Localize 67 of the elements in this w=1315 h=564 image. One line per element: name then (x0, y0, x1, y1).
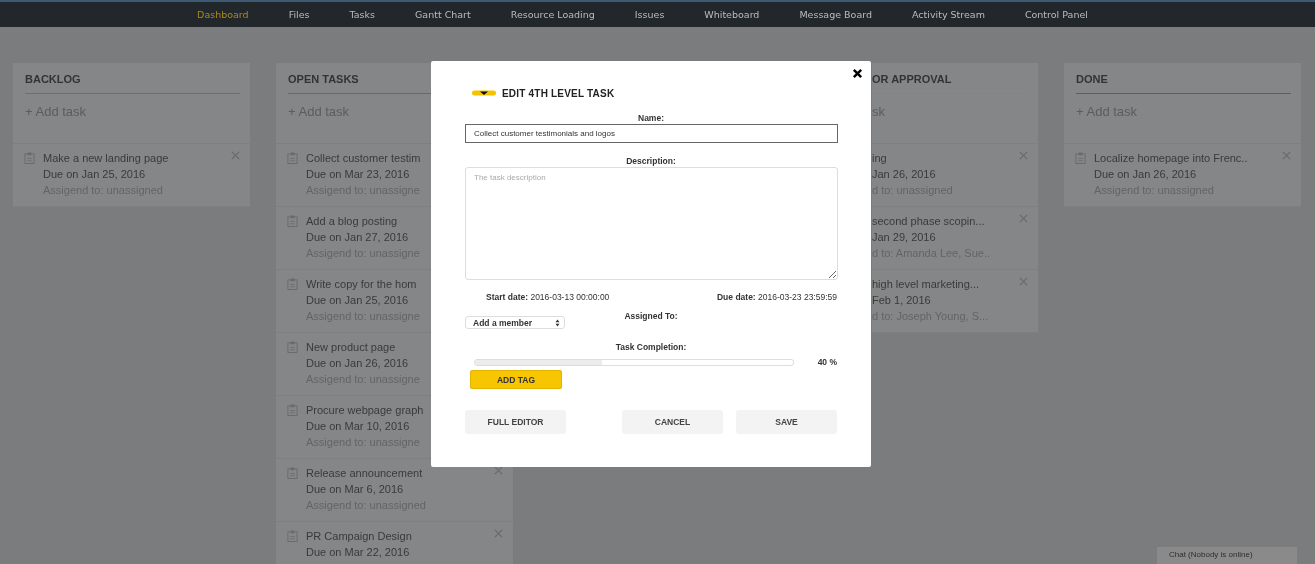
task-due-date: Due on Jan 26, 2016 (306, 356, 410, 371)
task-card[interactable]: PR Campaign Design Due on Mar 22, 2016 (276, 522, 513, 564)
task-title: high level marketing... (872, 277, 980, 292)
name-field[interactable]: Collect customer testimonials and logos (465, 124, 838, 143)
nav-link[interactable]: Dashboard (177, 9, 269, 20)
start-date: Start date: 2016-03-13 00:00:00 (486, 292, 610, 302)
due-date: Due date: 2016-03-23 23:59:59 (716, 292, 837, 302)
task-due-date: Due on Mar 23, 2016 (306, 167, 411, 182)
close-icon[interactable] (852, 68, 863, 79)
task-title: Collect customer testim (306, 151, 421, 166)
dialog-button[interactable]: CANCEL (622, 410, 723, 434)
nav-link[interactable]: Tasks (329, 9, 395, 20)
field-label: Name: (637, 113, 665, 124)
task-title: Procure webpage graph (306, 403, 424, 418)
nav-link[interactable]: Issues (614, 9, 685, 20)
task-due-date: Feb 1, 2016 (872, 293, 932, 308)
task-due-date: Due on Jan 25, 2016 (306, 293, 410, 308)
task-title: Localize homepage into Frenc.. (1094, 151, 1248, 166)
clipboard-icon (1075, 152, 1086, 164)
sort-arrows-icon (555, 318, 560, 327)
task-due-date: Due on Mar 22, 2016 (306, 545, 411, 560)
clipboard-icon (287, 530, 298, 542)
nav-link[interactable]: Gantt Chart (394, 9, 491, 20)
task-due-date: Due on Jan 27, 2016 (306, 230, 410, 245)
clipboard-icon (287, 278, 298, 290)
nav-link[interactable]: Activity Stream (892, 9, 1005, 20)
field-label: Task Completion: (614, 342, 688, 353)
column-title: BACKLOG (25, 72, 82, 87)
task-due-date: Jan 29, 2016 (872, 230, 937, 245)
clipboard-icon (287, 467, 298, 479)
task-title: PR Campaign Design (306, 529, 412, 544)
clipboard-icon (24, 152, 35, 164)
column-title: DONE (1076, 72, 1109, 87)
caret-icon (472, 90, 496, 96)
nav-link[interactable]: Files (268, 9, 330, 20)
task-due-date: Due on Mar 6, 2016 (306, 482, 405, 497)
task-title: second phase scopin... (872, 214, 986, 229)
field-label: Description: (625, 156, 677, 167)
task-title: New product page (306, 340, 397, 355)
nav-link[interactable]: Resource Loading (490, 9, 615, 20)
nav-link[interactable]: Message Board (779, 9, 892, 20)
add-tag-button[interactable]: ADD TAG (470, 370, 562, 389)
clipboard-icon (287, 404, 298, 416)
task-due-date: Due on Jan 26, 2016 (1094, 167, 1198, 182)
clipboard-icon (287, 341, 298, 353)
member-select[interactable]: Add a member (465, 316, 565, 329)
task-title: Add a blog posting (306, 214, 399, 229)
progress-reading: 40 % (817, 357, 837, 367)
clipboard-icon (287, 215, 298, 227)
chat-tab[interactable]: Chat (Nobody is online) (1157, 547, 1297, 564)
task-title: ing (872, 151, 888, 166)
dialog-button[interactable]: FULL EDITOR (465, 410, 566, 434)
dialog-button[interactable]: SAVE (736, 410, 837, 434)
task-due-date: Due on Jan 25, 2016 (43, 167, 147, 182)
task-title: Release announcement (306, 466, 424, 481)
column-title: OPEN TASKS (288, 72, 360, 87)
column-title: OR APPROVAL (872, 72, 953, 87)
dialog-title: EDIT 4TH LEVEL TASK (502, 87, 615, 99)
nav-link[interactable]: Control Panel (1004, 9, 1108, 20)
task-title: Make a new landing page (43, 151, 169, 166)
nav-link[interactable]: Whiteboard (684, 9, 780, 20)
task-due-date: Jan 26, 2016 (872, 167, 937, 182)
task-title: Write copy for the hom (306, 277, 418, 292)
field-label: Assigned To: (623, 311, 679, 322)
task-due-date: Due on Mar 10, 2016 (306, 419, 411, 434)
description-field[interactable]: The task description (465, 167, 838, 280)
clipboard-icon (287, 152, 298, 164)
